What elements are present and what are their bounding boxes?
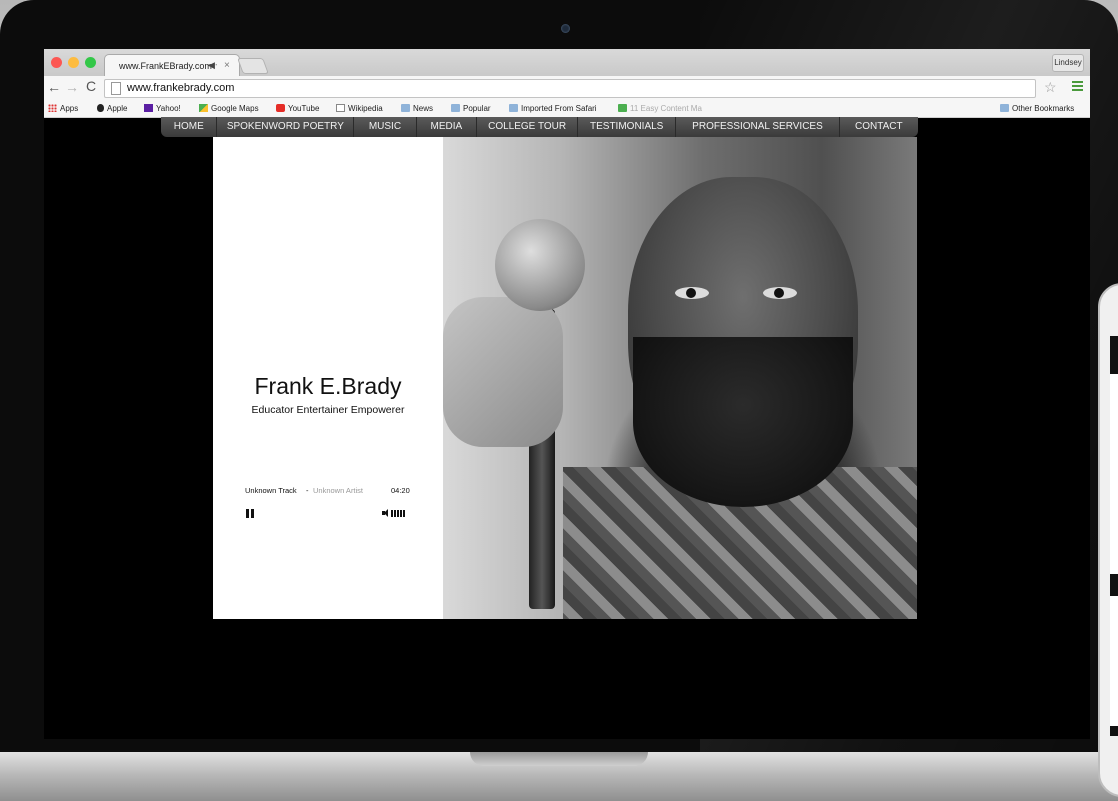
bookmark-google-maps[interactable]: Google Maps <box>199 104 259 113</box>
bookmark-wikipedia[interactable]: Wikipedia <box>336 104 383 113</box>
nav-college-tour[interactable]: COLLEGE TOUR <box>477 117 579 137</box>
photo-hand <box>443 297 563 447</box>
photo-beard <box>633 337 853 507</box>
folder-icon <box>509 104 518 112</box>
laptop-screen: www.FrankEBrady.com ◀︎ᐧ × Lindsey ← → C … <box>44 49 1090 739</box>
site-title: Frank E.Brady <box>254 373 402 399</box>
hero-photo <box>443 137 917 619</box>
wikipedia-icon <box>336 104 345 112</box>
bookmark-imported-from-safari[interactable]: Imported From Safari <box>509 104 597 113</box>
bookmark-youtube[interactable]: YouTube <box>276 104 319 113</box>
hero-panel: Frank E.Brady Educator Entertainer Empow… <box>213 137 443 619</box>
microphone-icon <box>495 219 585 311</box>
nav-spokenword-poetry[interactable]: SPOKENWORD POETRY <box>217 117 355 137</box>
maps-icon <box>199 104 208 112</box>
photo-eye <box>675 287 709 299</box>
profile-button[interactable]: Lindsey <box>1052 54 1084 72</box>
close-window-button[interactable] <box>51 57 62 68</box>
bookmark-icon <box>618 104 627 112</box>
browser-tab[interactable]: www.FrankEBrady.com ◀︎ᐧ × <box>104 54 240 77</box>
audio-player: Unknown Track - Unknown Artist 04:20 <box>245 486 410 526</box>
bookmarks-bar: Apps Apple Yahoo! Google Maps YouTube Wi… <box>44 100 1090 118</box>
forward-button[interactable]: → <box>65 79 79 95</box>
apple-icon <box>97 104 104 112</box>
new-tab-button[interactable] <box>237 58 269 74</box>
apps-icon <box>48 104 57 112</box>
nav-professional-services[interactable]: PROFESSIONAL SERVICES <box>676 117 840 137</box>
folder-icon <box>401 104 410 112</box>
folder-icon <box>1000 104 1009 112</box>
other-bookmarks[interactable]: Other Bookmarks <box>1000 104 1074 113</box>
maximize-window-button[interactable] <box>85 57 96 68</box>
tab-close-button[interactable]: × <box>224 60 230 71</box>
hamburger-menu-icon[interactable] <box>1072 81 1083 92</box>
nav-home[interactable]: HOME <box>161 117 218 137</box>
track-title: Unknown Track <box>245 486 297 495</box>
bookmark-yahoo[interactable]: Yahoo! <box>144 104 181 113</box>
phone-content-block <box>1110 374 1118 574</box>
back-button[interactable]: ← <box>47 79 61 95</box>
volume-slider[interactable] <box>391 510 411 517</box>
bookmark-popular[interactable]: Popular <box>451 104 491 113</box>
phone-screen <box>1110 336 1118 736</box>
camera-icon <box>561 24 570 33</box>
yahoo-icon <box>144 104 153 112</box>
url-text[interactable]: www.frankebrady.com <box>127 82 234 94</box>
page-icon <box>111 82 121 95</box>
bookmark-apps[interactable]: Apps <box>48 104 78 113</box>
site-tagline: Educator Entertainer Empowerer <box>251 404 405 416</box>
bookmark-easy-content[interactable]: 11 Easy Content Ma <box>618 104 702 113</box>
site-navigation: HOME SPOKENWORD POETRY MUSIC MEDIA COLLE… <box>161 117 918 137</box>
address-bar[interactable]: www.frankebrady.com <box>104 79 1036 98</box>
bookmark-apple[interactable]: Apple <box>97 104 127 113</box>
browser-toolbar: ← → C www.frankebrady.com ☆ <box>44 76 1090 101</box>
track-separator: - <box>306 486 309 495</box>
minimize-window-button[interactable] <box>68 57 79 68</box>
tab-title: www.FrankEBrady.com <box>119 61 212 71</box>
nav-media[interactable]: MEDIA <box>417 117 478 137</box>
nav-music[interactable]: MUSIC <box>354 117 417 137</box>
phone-content-block <box>1110 596 1118 726</box>
bookmark-news[interactable]: News <box>401 104 433 113</box>
track-artist: Unknown Artist <box>313 486 364 495</box>
folder-icon <box>451 104 460 112</box>
bookmark-star-icon[interactable]: ☆ <box>1044 79 1057 96</box>
youtube-icon <box>276 104 285 112</box>
photo-eye <box>763 287 797 299</box>
browser-tab-bar: www.FrankEBrady.com ◀︎ᐧ × Lindsey <box>44 49 1090 77</box>
track-time: 04:20 <box>391 486 410 495</box>
pause-icon[interactable] <box>246 509 254 518</box>
reload-button[interactable]: C <box>86 78 96 94</box>
speaker-icon: ◀︎ᐧ <box>208 60 218 70</box>
laptop-base-notch <box>470 752 648 766</box>
nav-contact[interactable]: CONTACT <box>840 117 918 137</box>
volume-icon[interactable] <box>382 509 388 517</box>
nav-testimonials[interactable]: TESTIMONIALS <box>578 117 677 137</box>
